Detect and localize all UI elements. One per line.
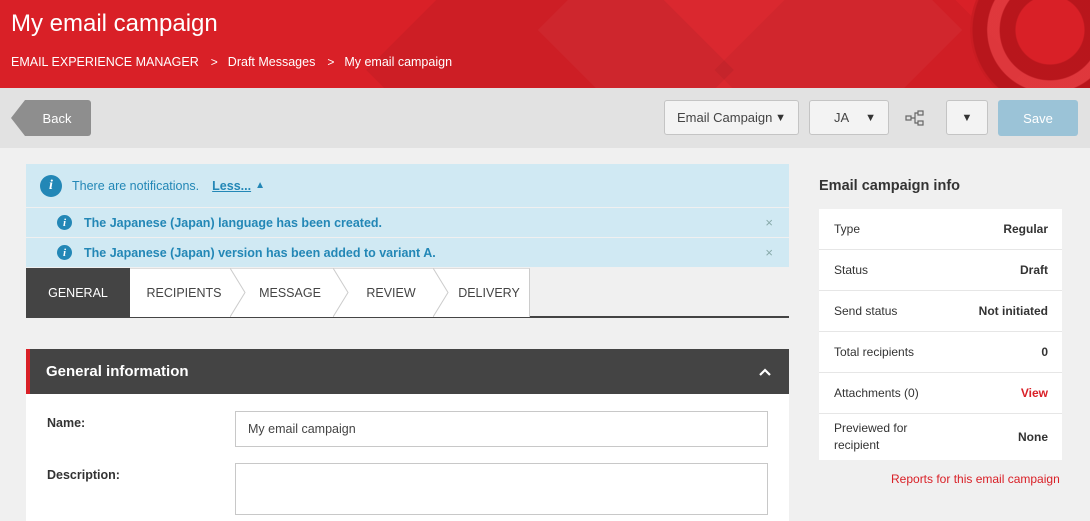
notifications-toggle-link[interactable]: Less... [212,179,251,193]
breadcrumb-item-current: My email campaign [344,55,453,69]
tab-divider-icon [433,268,449,317]
save-button[interactable]: Save [998,100,1078,136]
notification-summary-text: There are notifications. [72,178,200,193]
campaign-type-label: Email Campaign [677,110,773,125]
reports-link[interactable]: Reports for this email campaign [891,472,1060,486]
tab-delivery[interactable]: DELIVERY [449,268,530,317]
breadcrumb-separator-icon: > [210,55,218,69]
info-label: Status [834,262,869,277]
info-label: Attachments (0) [834,385,919,400]
info-label: Total recipients [834,344,915,359]
general-info-body: Name: My email campaign Description: [26,394,789,521]
info-icon: i [40,174,62,197]
info-value: 0 [1041,345,1048,359]
brand-logo-icon [970,0,1090,88]
info-value: Not initiated [978,304,1048,318]
description-label: Description: [47,468,120,482]
breadcrumb: EMAIL EXPERIENCE MANAGER > Draft Message… [11,55,452,69]
info-row-status: Status Draft [819,250,1062,291]
breadcrumb-item-email-experience-manager[interactable]: EMAIL EXPERIENCE MANAGER [11,55,199,69]
tab-general[interactable]: GENERAL [26,268,144,317]
close-icon[interactable]: × [765,215,773,230]
info-table: Type Regular Status Draft Send status No… [819,209,1062,460]
general-info-header[interactable]: General information [26,349,789,394]
view-attachments-link[interactable]: View [1021,386,1048,400]
description-field[interactable] [235,463,768,515]
chevron-up-icon[interactable] [759,363,771,379]
info-row-total-recipients: Total recipients 0 [819,332,1062,373]
tab-recipients[interactable]: RECIPIENTS [130,268,230,317]
notification-summary: i There are notifications. Less... ▲ [26,164,789,207]
tab-message[interactable]: MESSAGE [246,268,334,317]
caret-down-icon: ▼ [961,111,973,124]
info-label: Type [834,221,861,236]
caret-down-icon: ▼ [775,111,786,124]
info-icon: i [57,215,72,230]
tab-review[interactable]: REVIEW [349,268,433,317]
info-icon: i [57,245,72,260]
info-row-type: Type Regular [819,209,1062,250]
info-row-send-status: Send status Not initiated [819,291,1062,332]
notification-item: i The Japanese (Japan) version has been … [26,238,789,267]
notification-text: The Japanese (Japan) version has been ad… [84,245,436,260]
info-label: Send status [834,303,898,318]
app-header: My email campaign EMAIL EXPERIENCE MANAG… [0,0,1090,88]
page-title: My email campaign [11,10,218,37]
toolbar: Back Email Campaign ▼ JA ▼ ▼ [0,88,1090,148]
tab-divider-icon [333,268,349,317]
info-label: Previewed for recipient [834,421,908,452]
name-field[interactable]: My email campaign [235,411,768,447]
back-button[interactable]: Back [11,100,91,136]
breadcrumb-item-draft-messages[interactable]: Draft Messages [228,55,316,69]
notification-item: i The Japanese (Japan) language has been… [26,208,789,237]
info-value: None [1018,430,1048,444]
info-row-attachments: Attachments (0) View [819,373,1062,414]
wizard-tabs: GENERAL RECIPIENTS MESSAGE REVIEW DELIVE… [26,268,789,318]
notification-text: The Japanese (Japan) language has been c… [84,215,383,230]
close-icon[interactable]: × [765,245,773,260]
tree-structure-icon[interactable] [905,109,925,127]
name-label: Name: [47,416,86,430]
section-title: General information [46,363,189,380]
info-value: Draft [1019,263,1048,277]
info-panel-title: Email campaign info [819,178,960,194]
caret-up-icon[interactable]: ▲ [255,180,265,191]
language-dropdown[interactable]: JA ▼ [809,100,889,135]
info-row-previewed: Previewed for recipient None [819,414,1062,460]
caret-down-icon: ▼ [865,111,876,124]
breadcrumb-separator-icon: > [327,55,335,69]
more-options-dropdown[interactable]: ▼ [946,100,988,135]
info-value: Regular [1003,222,1048,236]
tab-divider-icon [230,268,246,317]
campaign-type-dropdown[interactable]: Email Campaign ▼ [664,100,799,135]
language-label: JA [834,110,850,125]
